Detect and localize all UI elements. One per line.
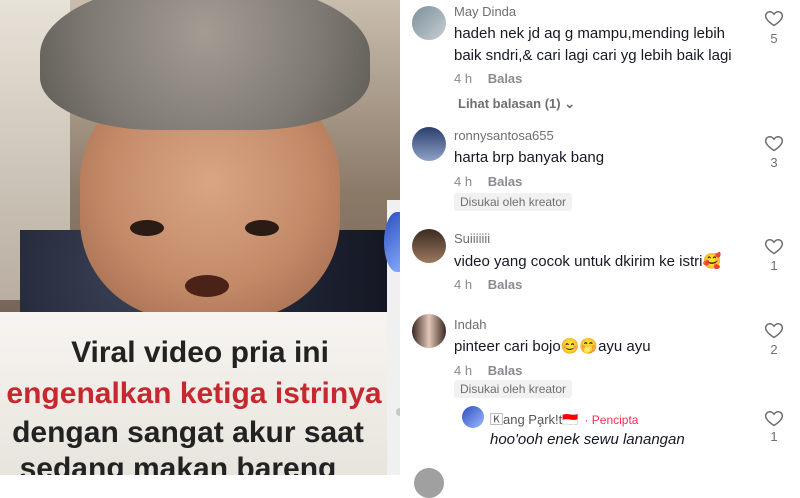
video-player[interactable]: Viral video pria ini engenalkan ketiga i…	[0, 0, 400, 475]
caption-line-1: Viral video pria ini	[71, 336, 329, 369]
like-count: 3	[770, 155, 778, 170]
view-replies-button[interactable]: Lihat balasan (1) ⌄	[458, 96, 575, 112]
video-left-eye	[130, 220, 164, 236]
comment-meta: 4 h Balas	[454, 363, 522, 378]
heart-icon[interactable]	[764, 8, 784, 28]
reply-button[interactable]: Balas	[488, 363, 523, 378]
liked-by-creator-badge: Disukai oleh kreator	[454, 193, 573, 211]
reply-button[interactable]: Balas	[488, 277, 523, 292]
creator-badge: · Pencipta	[584, 413, 639, 427]
comment-time: 4 h	[454, 174, 473, 189]
heart-icon[interactable]	[764, 236, 784, 256]
avatar[interactable]	[412, 127, 446, 161]
reply-username[interactable]: 🄺ang Pa̧rk!t🇮🇩	[490, 412, 578, 427]
reply-button[interactable]: Balas	[488, 174, 523, 189]
like-count: 1	[770, 258, 778, 273]
like-count: 2	[770, 342, 778, 357]
caption-line-4: sedang makan bareng	[19, 452, 337, 475]
heart-icon[interactable]	[764, 408, 784, 428]
like-count: 5	[770, 31, 778, 46]
reply-button[interactable]: Balas	[488, 71, 523, 86]
comment-text: harta brp banyak bang	[454, 149, 605, 166]
avatar[interactable]	[412, 229, 446, 263]
caption-line-2: engenalkan ketiga istrinya	[6, 377, 382, 410]
comment-text: pinteer cari bojo😊🤭ayu ayu	[454, 338, 651, 355]
comment-username[interactable]: Suiiiiiii	[454, 231, 490, 246]
comment-username[interactable]: Indah	[454, 317, 487, 332]
avatar[interactable]	[412, 6, 446, 40]
avatar[interactable]	[414, 468, 444, 498]
avatar[interactable]	[412, 314, 446, 348]
comment-meta: 4 h Balas	[454, 277, 522, 292]
caption-line-3: dengan sangat akur saat	[12, 416, 364, 449]
comment-meta: 4 h Balas	[454, 174, 522, 189]
comment-text: video yang cocok untuk dkirim ke istri🥰	[454, 253, 722, 270]
heart-icon[interactable]	[764, 133, 784, 153]
video-mouth	[185, 275, 229, 297]
comment-username[interactable]: ronnysantosa655	[454, 128, 554, 143]
video-right-eye	[245, 220, 279, 236]
comments-panel: May Dinda hadeh nek jd aq g mampu,mendin…	[400, 0, 800, 498]
avatar[interactable]	[462, 406, 484, 428]
comment-time: 4 h	[454, 71, 473, 86]
reply-text: hoo'ooh enek sewu lanangan	[490, 431, 685, 448]
video-caption: Viral video pria ini engenalkan ketiga i…	[0, 312, 400, 475]
view-replies-label: Lihat balasan (1)	[458, 96, 561, 111]
comment-text: hadeh nek jd aq g mampu,mending lebih	[454, 25, 726, 42]
like-count: 1	[770, 429, 778, 444]
heart-icon[interactable]	[764, 320, 784, 340]
comment-time: 4 h	[454, 277, 473, 292]
video-hat	[40, 0, 370, 130]
chevron-down-icon: ⌄	[564, 96, 576, 111]
comment-time: 4 h	[454, 363, 473, 378]
comment-username[interactable]: May Dinda	[454, 4, 516, 19]
comment-meta: 4 h Balas	[454, 71, 522, 86]
reply-username-row: 🄺ang Pa̧rk!t🇮🇩 · Pencipta	[490, 409, 638, 428]
comment-text: baik sndri,& cari lagi cari yg lebih bai…	[454, 47, 732, 64]
liked-by-creator-badge: Disukai oleh kreator	[454, 380, 573, 398]
